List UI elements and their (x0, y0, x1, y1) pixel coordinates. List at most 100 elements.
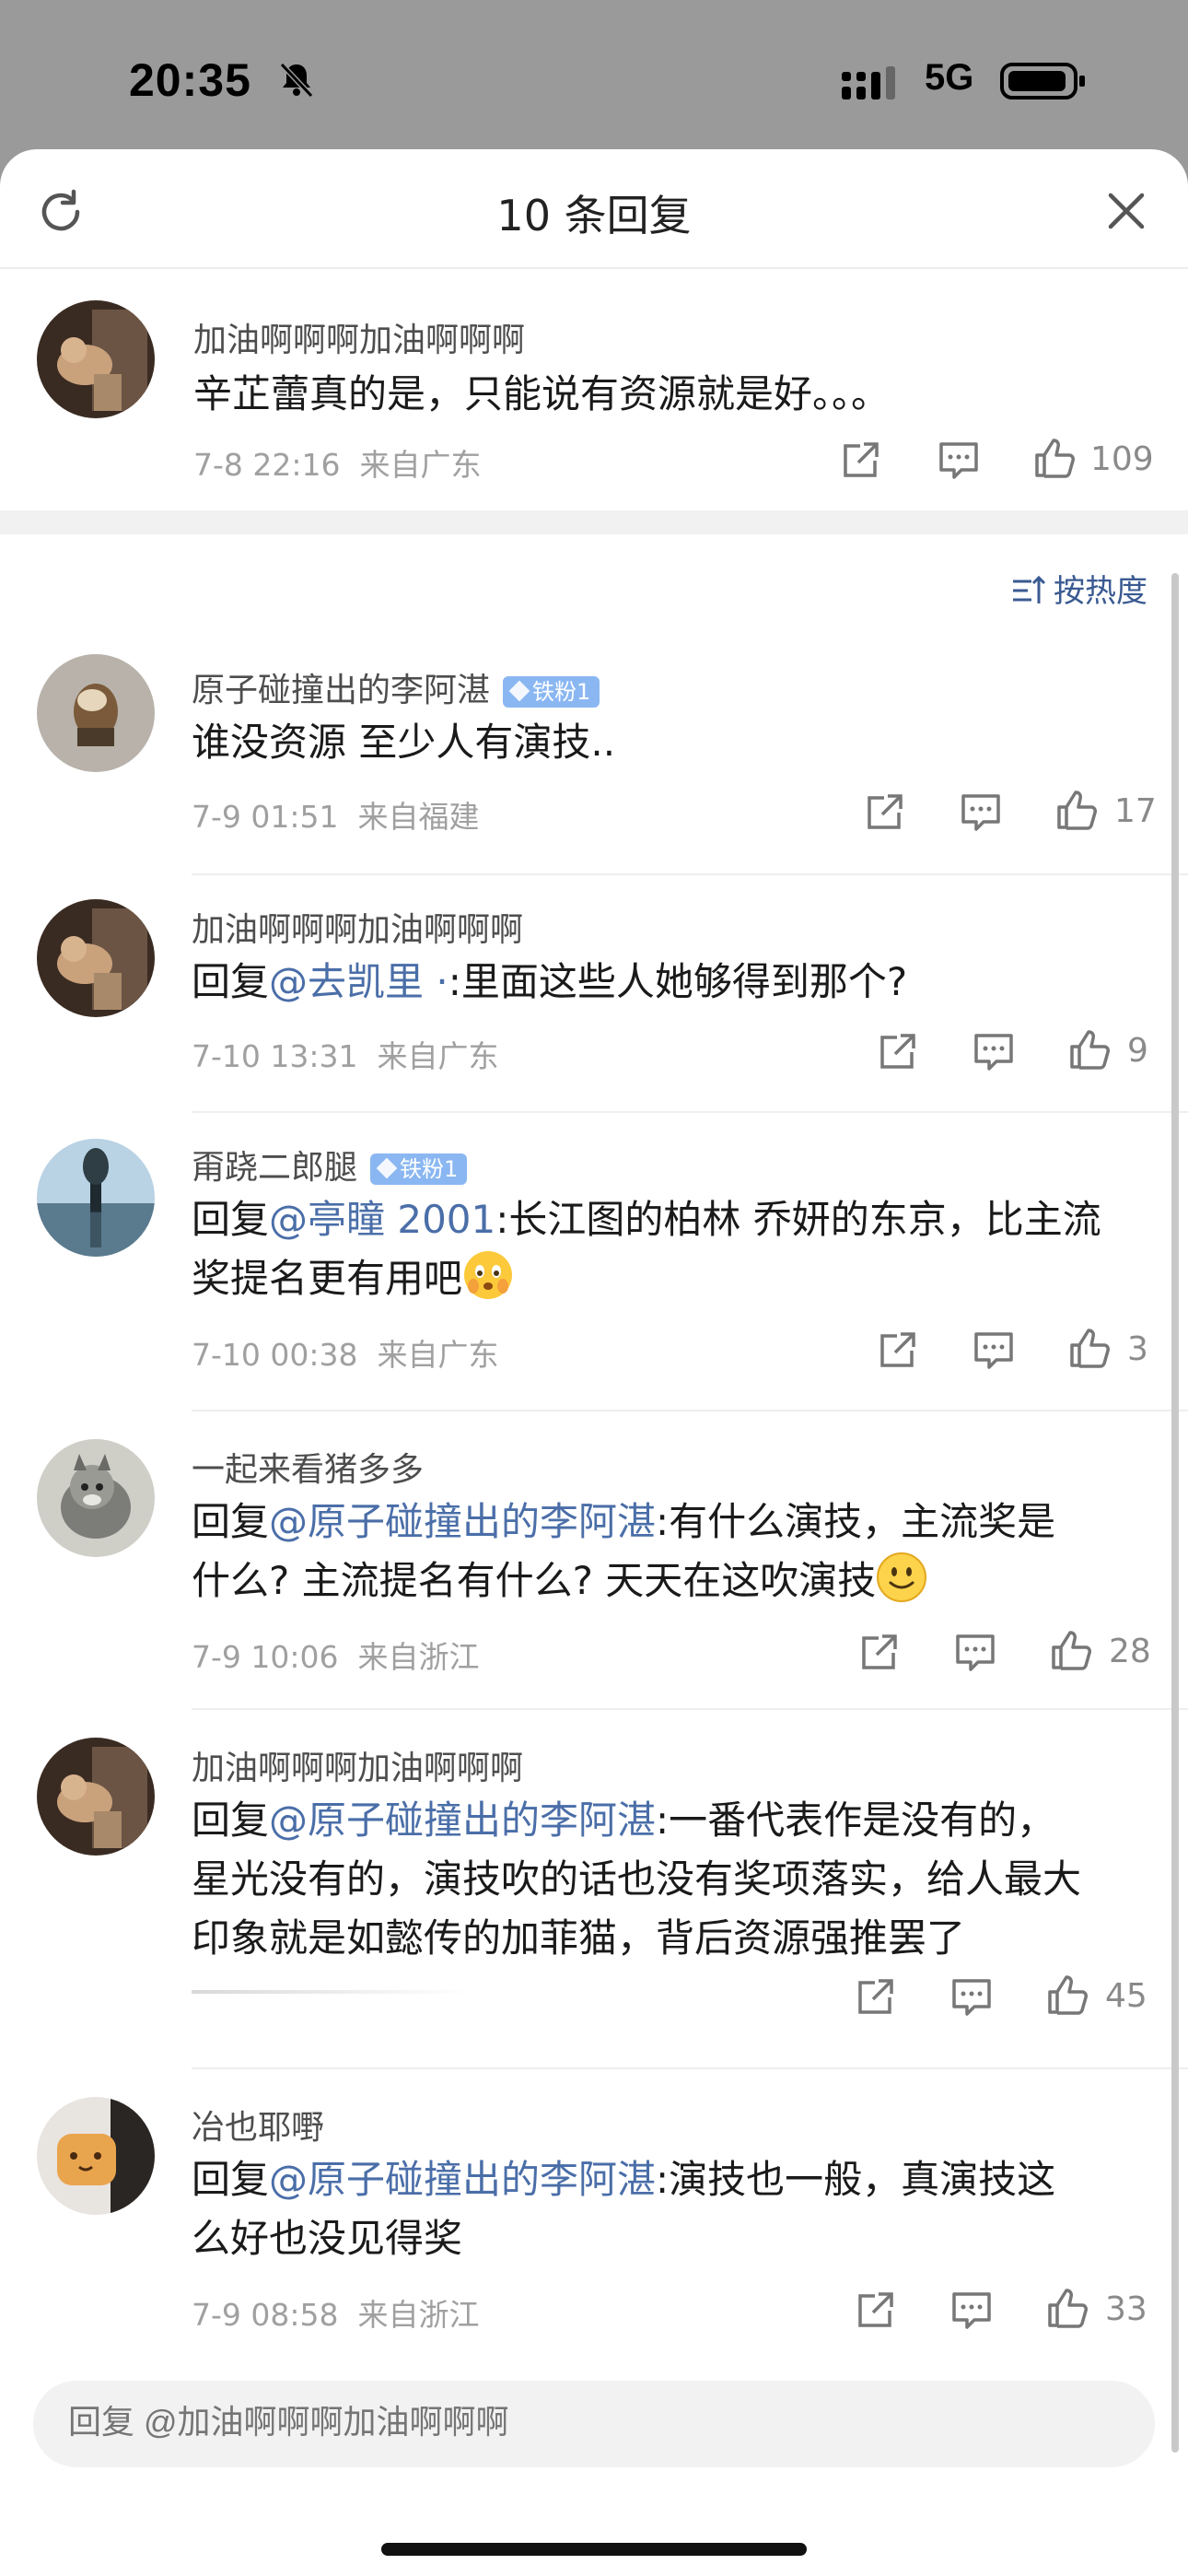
comment-text: 回复@原子碰撞出的李阿湛:演技也一般，真演技这 (192, 2150, 1055, 2209)
comment-text: 谁没资源 至少人有演技.. (192, 720, 616, 765)
home-indicator[interactable] (381, 2543, 807, 2556)
comment-text: 辛芷蕾真的是，只能说有资源就是好。。。 (193, 371, 891, 416)
comment-icon[interactable] (973, 1030, 1015, 1072)
worried-face-emoji-icon (464, 1251, 513, 1299)
mention-link[interactable]: @原子碰撞出的李阿湛 (269, 2157, 656, 2202)
comment-text-line: 星光没有的，演技吹的话也没有奖项落实，给人最大 (192, 1856, 1082, 1902)
reply-prefix: 回复 (192, 1499, 270, 1544)
avatar[interactable] (37, 654, 155, 772)
reply-prefix: 回复 (192, 1797, 270, 1843)
like-icon[interactable] (1068, 1327, 1111, 1369)
avatar[interactable] (37, 300, 155, 418)
sort-by-popularity-button[interactable]: 按热度 (1009, 566, 1147, 611)
bell-muted-icon (279, 62, 314, 99)
sort-icon (1013, 575, 1046, 603)
like-icon[interactable] (1050, 1629, 1092, 1671)
comment-icon[interactable] (938, 439, 980, 481)
list-item: 加油啊啊啊加油啊啊啊 回复@原子碰撞出的李阿湛:一番代表作是没有的， 星光没有的… (37, 1710, 1188, 2069)
like-icon[interactable] (1068, 1028, 1111, 1071)
comment-body: 奖提名更有用吧 (192, 1256, 463, 1301)
username[interactable]: 甭跷二郎腿 铁粉1 (192, 1141, 468, 1188)
comment-meta: 7-10 13:31 来自广东 (192, 1032, 498, 1076)
comment-icon[interactable] (954, 1631, 996, 1673)
status-time: 20:35 (129, 54, 251, 106)
share-icon[interactable] (840, 439, 882, 481)
text-fade-line (192, 1990, 468, 1994)
comment-date: 7-8 22:16 (193, 447, 341, 483)
comment-location: 来自广东 (359, 447, 482, 483)
comment-text: 回复@原子碰撞出的李阿湛:有什么演技，主流奖是 (192, 1493, 1055, 1551)
smiling-face-emoji-icon (877, 1552, 927, 1602)
network-type: 5G (925, 57, 974, 98)
comment-date: 7-9 01:51 (192, 799, 339, 835)
username[interactable]: 加油啊啊啊加油啊啊啊 (192, 903, 523, 951)
like-count: 9 (1127, 1032, 1148, 1070)
comment-text-line: 奖提名更有用吧 (192, 1249, 514, 1308)
username[interactable]: 一起来看猪多多 (192, 1443, 424, 1491)
battery-icon (1000, 63, 1085, 100)
list-item: 原子碰撞出的李阿湛 铁粉1 谁没资源 至少人有演技.. 7-9 01:51 来自福… (37, 645, 1188, 875)
share-icon[interactable] (877, 1030, 919, 1072)
comment-date: 7-10 13:31 (192, 1038, 358, 1074)
mention-link[interactable]: @去凯里 · (269, 959, 448, 1004)
sort-bar: 按热度 (0, 534, 1188, 645)
comment-location: 来自广东 (377, 1038, 499, 1074)
like-icon[interactable] (1046, 1973, 1089, 2016)
comment-text: 回复@去凯里 ·:里面这些人她够得到那个? (192, 953, 907, 1012)
like-icon[interactable] (1033, 437, 1076, 479)
avatar[interactable] (37, 899, 155, 1017)
mention-link[interactable]: @原子碰撞出的李阿湛 (269, 1499, 656, 1544)
fan-badge-label: 铁粉1 (400, 1156, 459, 1182)
username[interactable]: 原子碰撞出的李阿湛 铁粉1 (192, 663, 600, 711)
sort-label: 按热度 (1054, 573, 1147, 610)
comment-text: 回复@亭瞳 2001:长江图的柏林 乔妍的东京，比主流 (192, 1190, 1101, 1249)
fan-badge: 铁粉1 (370, 1153, 468, 1185)
username[interactable]: 冶也耶嘢 (192, 2101, 324, 2149)
username-text[interactable]: 甭跷二郎腿 (192, 1149, 357, 1187)
like-count: 33 (1105, 2290, 1147, 2328)
close-icon[interactable] (1103, 188, 1149, 234)
cellular-signal-icon (842, 66, 895, 100)
share-icon[interactable] (864, 790, 906, 833)
comment-icon[interactable] (960, 790, 1002, 833)
share-icon[interactable] (858, 1631, 901, 1673)
avatar[interactable] (37, 1439, 155, 1557)
list-item: 一起来看猪多多 回复@原子碰撞出的李阿湛:有什么演技，主流奖是 什么? 主流提名… (37, 1411, 1188, 1710)
share-icon[interactable] (855, 1975, 897, 2018)
username-text[interactable]: 原子碰撞出的李阿湛 (192, 672, 490, 709)
comment-meta: 7-8 22:16 来自广东 (193, 440, 481, 485)
list-item: 甭跷二郎腿 铁粉1 回复@亭瞳 2001:长江图的柏林 乔妍的东京，比主流 奖提名… (37, 1113, 1188, 1411)
comment-meta: 7-9 10:06 来自浙江 (192, 1633, 479, 1677)
reply-bar[interactable] (33, 2381, 1155, 2467)
username[interactable]: 加油啊啊啊加油啊啊啊 (192, 1741, 523, 1789)
status-bar: 20:35 5G (0, 0, 1188, 152)
like-count: 28 (1109, 1633, 1151, 1670)
section-divider (0, 510, 1188, 534)
avatar[interactable] (37, 1139, 155, 1257)
like-icon[interactable] (1055, 789, 1098, 831)
comment-text: 回复@原子碰撞出的李阿湛:一番代表作是没有的， (192, 1791, 1055, 1850)
mention-link[interactable]: @亭瞳 2001 (269, 1197, 495, 1242)
comment-date: 7-10 00:38 (192, 1337, 358, 1373)
fan-badge-label: 铁粉1 (532, 679, 591, 705)
scrollbar[interactable] (1171, 573, 1179, 2453)
mention-link[interactable]: @原子碰撞出的李阿湛 (269, 1797, 656, 1843)
avatar[interactable] (37, 1738, 155, 1856)
like-count: 109 (1090, 440, 1154, 478)
comment-icon[interactable] (973, 1329, 1015, 1371)
share-icon[interactable] (877, 1329, 919, 1371)
like-icon[interactable] (1046, 2287, 1089, 2329)
like-count: 3 (1127, 1330, 1148, 1368)
comment-icon[interactable] (950, 1975, 993, 2018)
comment-body: :有什么演技，主流奖是 (656, 1499, 1056, 1544)
username[interactable]: 加油啊啊啊加油啊啊啊 (193, 313, 525, 361)
avatar[interactable] (37, 2097, 155, 2215)
comment-location: 来自浙江 (357, 2297, 480, 2333)
comment-text-line: 什么? 主流提名有什么? 天天在这吹演技 (192, 1551, 927, 1610)
comment-icon[interactable] (950, 2289, 993, 2331)
sheet-title: 10 条回复 (496, 191, 692, 240)
comment-location: 来自浙江 (357, 1639, 480, 1675)
share-icon[interactable] (855, 2289, 897, 2331)
comment-body: :演技也一般，真演技这 (656, 2157, 1056, 2202)
reply-input[interactable] (68, 2403, 1081, 2441)
